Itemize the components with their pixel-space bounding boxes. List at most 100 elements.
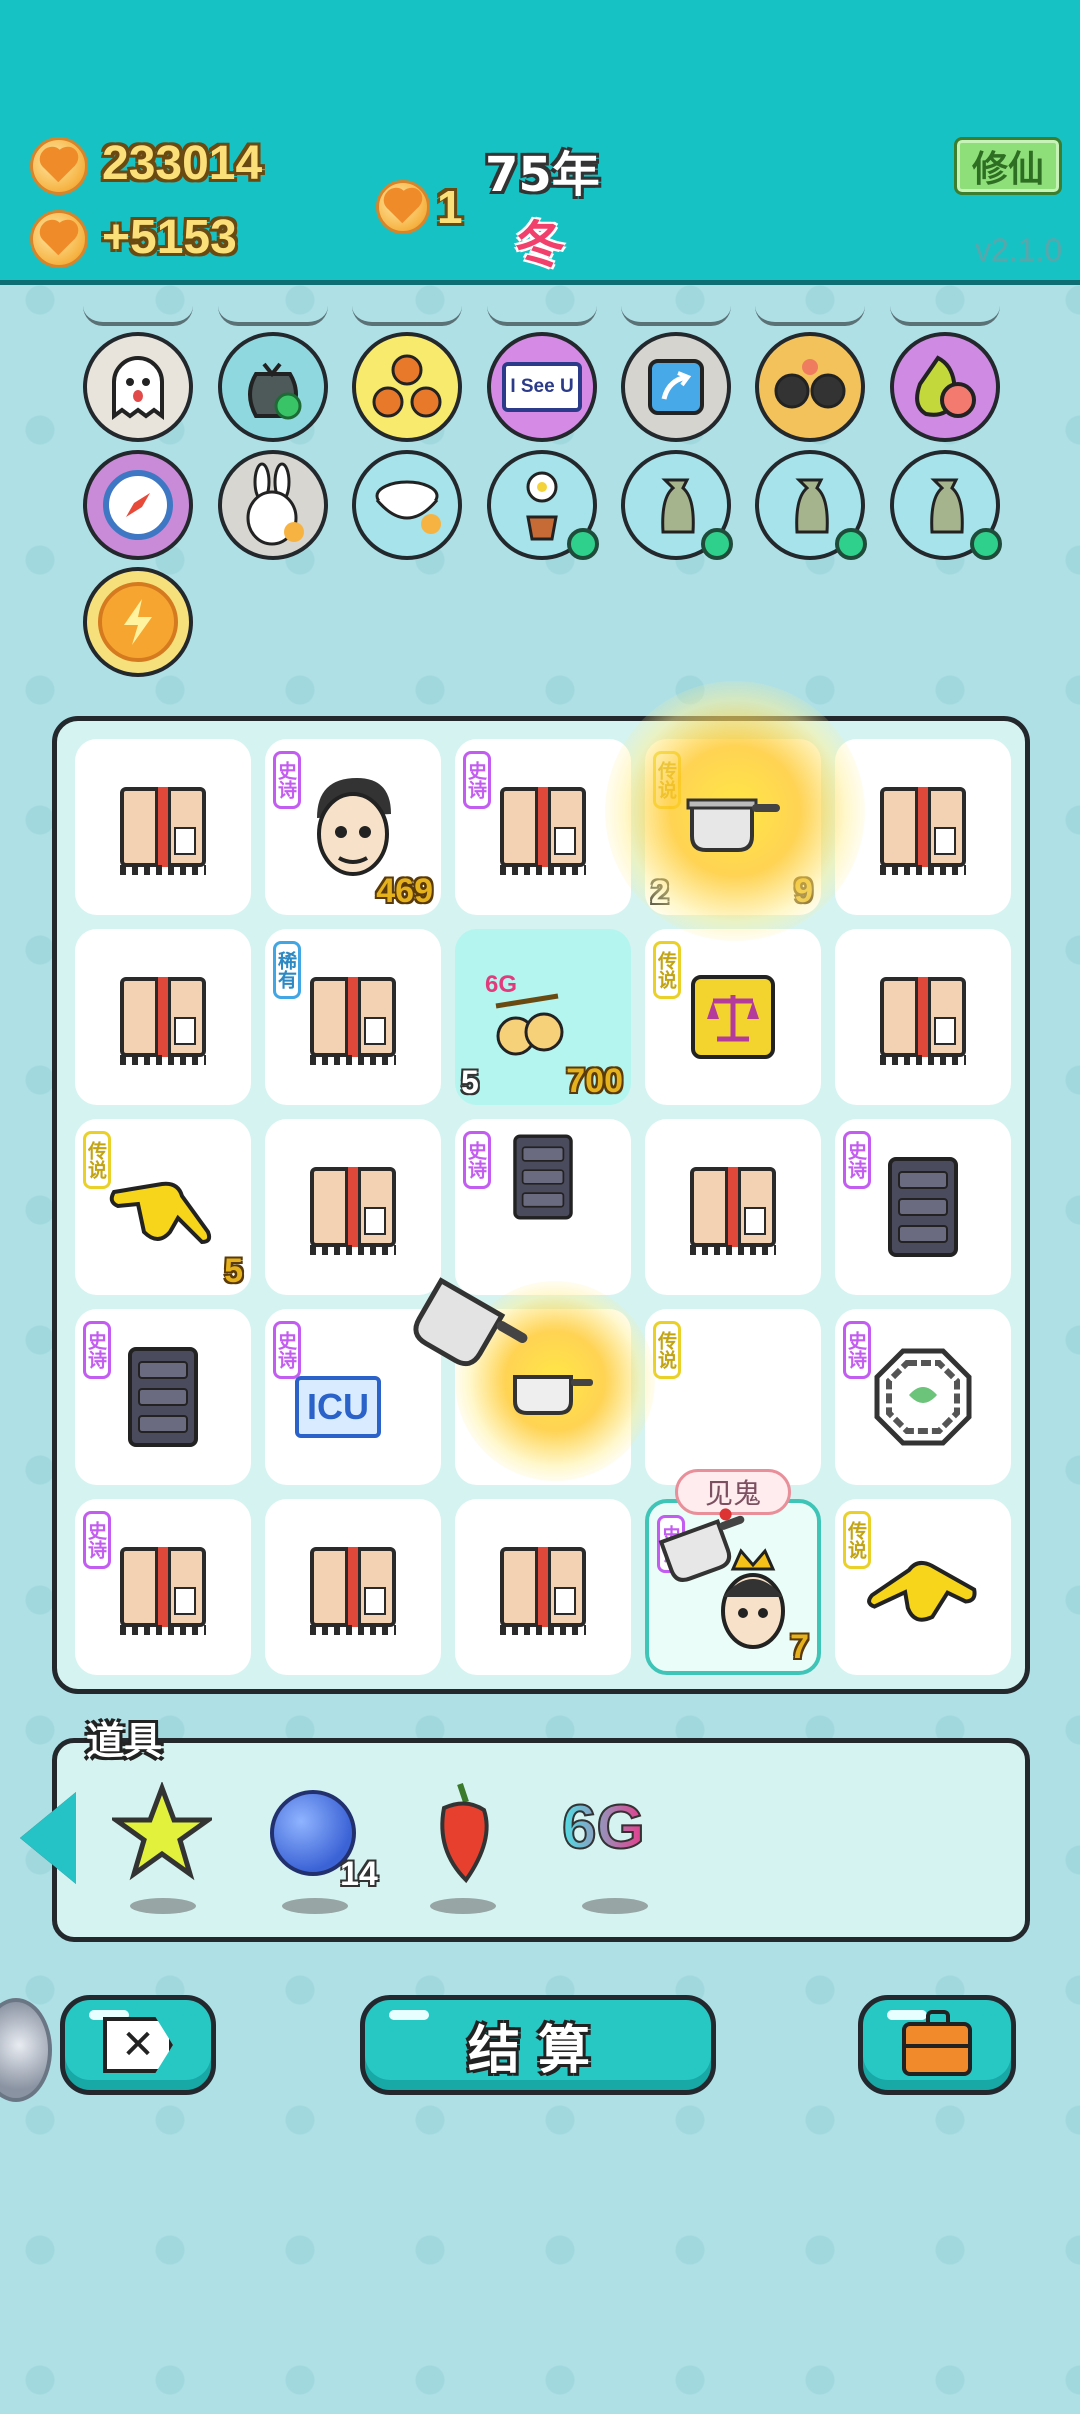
pointing-hand-icon [109,1181,212,1245]
compass-icon[interactable] [83,450,193,560]
board-cell[interactable]: 6G 5 700 [455,929,631,1105]
box-icon [120,779,206,875]
arrow-up-icon[interactable] [621,332,731,442]
item-shadow [130,1898,196,1914]
6g-icon[interactable]: 6G [561,1792,646,1863]
epic-tag: 史诗 [843,1131,871,1189]
cultivate-button[interactable]: 修仙 [954,137,1062,195]
props-left-arrow[interactable] [20,1792,76,1884]
game-board: 史诗 469 史诗 传说 2 9 稀有 6G 5 700 传说 传说 [52,681,1030,1694]
board-cell[interactable]: 传说 5 [75,1119,251,1295]
rare-tag: 稀有 [273,941,301,999]
sack-icon[interactable] [755,450,867,560]
peaches-icon [495,993,564,1056]
chili-icon[interactable] [430,1780,500,1890]
new-indicator [701,528,733,560]
cell-count: 5 [224,1252,243,1290]
server-icon [513,1134,573,1220]
i-see-u-icon[interactable]: I See U [487,332,597,442]
item-shadow [430,1898,496,1914]
bunny-icon[interactable] [218,450,328,560]
board-cell[interactable] [265,1499,441,1675]
pointing-hand-icon [867,1560,977,1622]
board-cell[interactable]: 稀有 [265,929,441,1105]
sack-icon[interactable] [621,450,733,560]
season-label: 冬 [515,216,565,274]
box-icon [500,779,586,875]
settle-button[interactable]: 结算 [360,1995,716,2095]
board-cell[interactable] [455,1499,631,1675]
board-cell[interactable] [645,1119,821,1295]
item-shadow [582,1898,648,1914]
i-see-u-text: I See U [502,362,582,412]
board-cell[interactable]: 史诗 [455,739,631,915]
scrolled-item-edge [218,306,328,326]
bagua-icon [874,1348,972,1446]
new-indicator [970,528,1002,560]
coin-icon [30,210,88,268]
grapefruit-icon[interactable] [890,332,1000,442]
board-cell[interactable]: 史诗 [835,1309,1011,1485]
board-cell[interactable]: 传说 [645,929,821,1105]
bag-button[interactable] [858,1995,1016,2095]
icu-icon: ICU [295,1376,381,1438]
cell-count: 469 [376,872,433,910]
lightning-icon[interactable] [83,567,193,677]
pot-icon [686,798,780,852]
server-icon [128,1347,198,1447]
pot-icon [513,1375,593,1415]
box-icon [880,779,966,875]
coin-count: 233014 [102,137,263,190]
board-cell[interactable]: 史诗 [835,1119,1011,1295]
recycle-bag-icon[interactable] [218,332,328,442]
new-indicator [567,528,599,560]
server-icon [888,1157,958,1257]
box-icon [880,969,966,1065]
flower-pot-icon[interactable] [487,450,599,560]
board-cell[interactable]: 传说 [835,1499,1011,1675]
close-icon: ✕ [103,2017,173,2073]
coin-icon [30,137,88,195]
board-cell[interactable] [265,1119,441,1295]
basketballs-icon[interactable] [352,332,462,442]
header-bar: 233014 +5153 1 75年 冬 修仙 v2.1.0 [0,0,1080,285]
epic-tag: 史诗 [843,1321,871,1379]
board-cell[interactable] [75,739,251,915]
epic-tag: 史诗 [273,1321,301,1379]
board-cell[interactable]: 传说 [645,1309,821,1485]
new-indicator [835,528,867,560]
ghost-icon[interactable] [83,332,193,442]
props-title: 道具 [86,1719,163,1763]
cell-count: 7 [790,1628,809,1666]
cell-left-count: 5 [461,1064,479,1100]
star-icon[interactable] [108,1780,216,1882]
sack-icon[interactable] [890,450,1002,560]
heart-count: 1 [437,181,463,233]
legend-tag: 传说 [83,1131,111,1189]
epic-tag: 史诗 [463,1131,491,1189]
scrolled-item-edge [352,306,462,326]
settle-label: 结算 [467,2020,608,2081]
rice-bowl-icon[interactable] [352,450,462,560]
owl-glasses-icon[interactable] [755,332,865,442]
legend-tag: 传说 [653,941,681,999]
box-icon [690,1159,776,1255]
board-cell[interactable] [75,929,251,1105]
6g-label: 6G [485,971,518,998]
board-cell[interactable]: 史诗 [75,1309,251,1485]
man-face-icon [317,778,391,876]
briefcase-icon [902,2010,972,2076]
scrolled-item-edge [755,306,865,326]
version-label: v2.1.0 [975,232,1063,268]
scrolled-item-edge [890,306,1000,326]
board-cell[interactable] [835,929,1011,1105]
board-cell[interactable]: 史诗 469 [265,739,441,915]
scrolled-item-edge [487,306,597,326]
epic-tag: 史诗 [273,751,301,809]
close-button[interactable]: ✕ [60,1995,216,2095]
epic-tag: 史诗 [463,751,491,809]
board-cell[interactable]: 史诗 [75,1499,251,1675]
board-cell[interactable]: 史诗 [455,1119,631,1295]
legend-tag: 传说 [843,1511,871,1569]
avatar[interactable] [0,1998,52,2102]
